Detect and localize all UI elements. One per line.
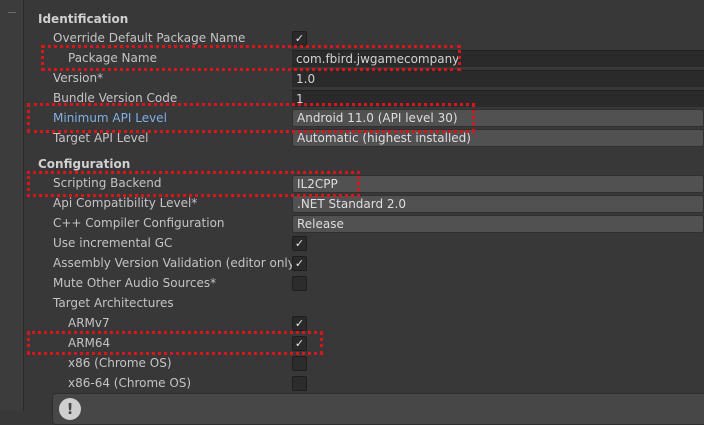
- help-box: !: [52, 393, 704, 425]
- use-incremental-gc-label: Use incremental GC: [53, 236, 173, 250]
- bundle-version-code-label: Bundle Version Code: [53, 91, 178, 105]
- warning-icon: !: [59, 398, 81, 420]
- check-icon: ✓: [294, 337, 305, 350]
- minimum-api-level-dropdown[interactable]: Android 11.0 (API level 30): [292, 109, 704, 127]
- minimum-api-level-label: Minimum API Level: [53, 111, 167, 125]
- assembly-version-validation-label: Assembly Version Validation (editor only…: [53, 256, 300, 270]
- mute-other-audio-sources-label: Mute Other Audio Sources*: [53, 276, 217, 290]
- scripting-backend-dropdown[interactable]: IL2CPP: [292, 175, 704, 193]
- player-settings-panel: Identification Override Default Package …: [0, 0, 704, 425]
- left-gutter: [0, 0, 24, 411]
- assembly-version-validation-checkbox[interactable]: ✓: [292, 256, 307, 271]
- check-icon: ✓: [294, 257, 305, 270]
- configuration-header: Configuration: [38, 157, 131, 171]
- armv7-label: ARMv7: [68, 316, 110, 330]
- target-architectures-label: Target Architectures: [53, 296, 174, 310]
- version-label: Version*: [53, 71, 104, 85]
- override-package-name-label: Override Default Package Name: [53, 31, 246, 45]
- check-icon: ✓: [294, 237, 305, 250]
- check-icon: ✓: [294, 317, 305, 330]
- gutter-divider: [8, 12, 16, 13]
- bundle-version-code-field[interactable]: 1: [292, 90, 704, 107]
- x86-checkbox[interactable]: [292, 356, 307, 371]
- cpp-compiler-configuration-label: C++ Compiler Configuration: [53, 216, 225, 230]
- identification-header: Identification: [38, 12, 129, 26]
- mute-other-audio-sources-checkbox[interactable]: [292, 276, 307, 291]
- version-field[interactable]: 1.0: [292, 70, 704, 87]
- x86-64-label: x86-64 (Chrome OS): [68, 376, 192, 390]
- scripting-backend-label: Scripting Backend: [53, 176, 162, 190]
- x86-label: x86 (Chrome OS): [68, 356, 172, 370]
- api-compatibility-level-label: Api Compatibility Level*: [53, 196, 198, 210]
- cpp-compiler-configuration-dropdown[interactable]: Release: [292, 215, 704, 233]
- package-name-field[interactable]: com.fbird.jwgamecompany: [292, 50, 704, 67]
- api-compatibility-level-dropdown[interactable]: .NET Standard 2.0: [292, 195, 704, 213]
- target-api-level-dropdown[interactable]: Automatic (highest installed): [292, 129, 704, 147]
- target-api-level-label: Target API Level: [53, 131, 149, 145]
- x86-64-checkbox[interactable]: [292, 376, 307, 391]
- check-icon: ✓: [294, 32, 305, 45]
- armv7-checkbox[interactable]: ✓: [292, 316, 307, 331]
- override-package-name-checkbox[interactable]: ✓: [292, 31, 307, 46]
- arm64-checkbox[interactable]: ✓: [292, 336, 307, 351]
- package-name-label: Package Name: [68, 51, 157, 65]
- use-incremental-gc-checkbox[interactable]: ✓: [292, 236, 307, 251]
- arm64-label: ARM64: [68, 336, 111, 350]
